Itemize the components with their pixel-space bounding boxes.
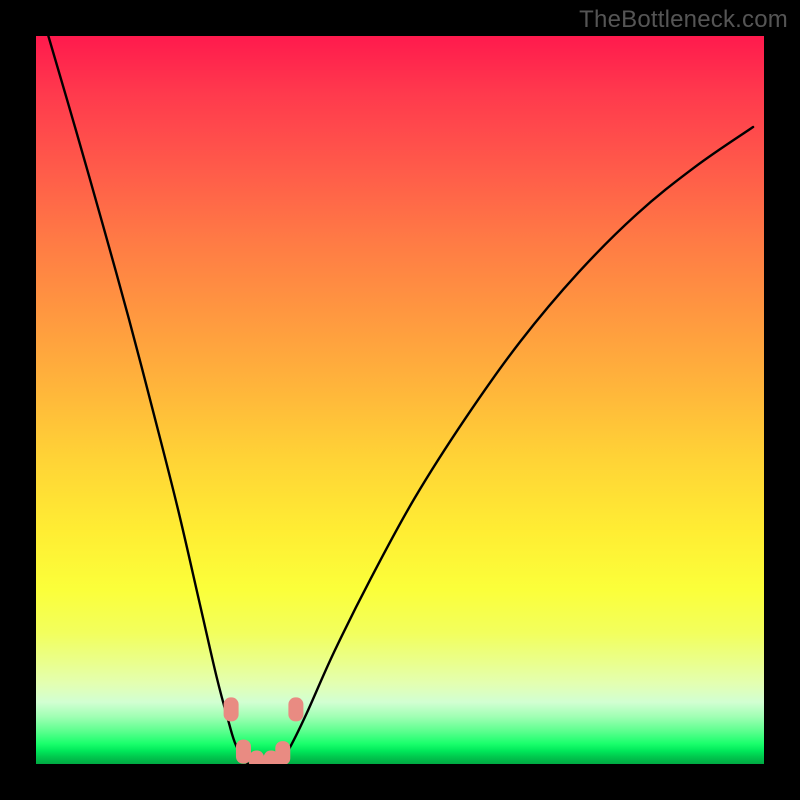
- chart-frame: TheBottleneck.com: [0, 0, 800, 800]
- plot-area: [36, 36, 764, 764]
- curve-marker: [249, 751, 264, 764]
- curve-layer: [36, 36, 764, 764]
- curve-marker: [275, 741, 290, 764]
- curve-marker: [236, 740, 251, 764]
- curve-marker: [224, 697, 239, 721]
- bottleneck-curve: [48, 36, 753, 764]
- watermark-text: TheBottleneck.com: [579, 6, 788, 34]
- curve-path: [48, 36, 753, 764]
- curve-marker: [288, 697, 303, 721]
- curve-markers: [224, 697, 304, 764]
